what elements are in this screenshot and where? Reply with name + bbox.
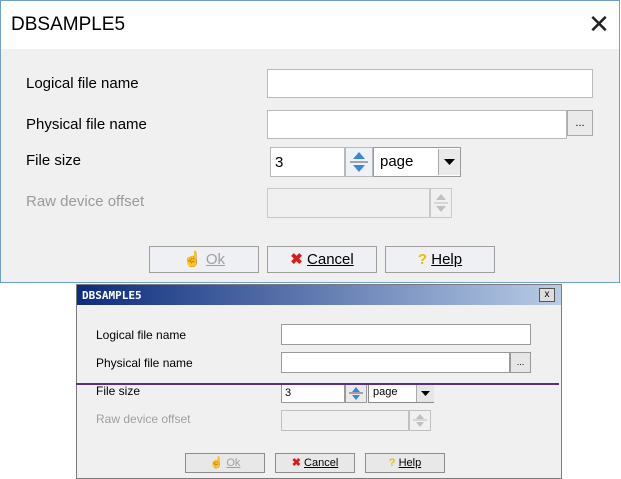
dialog-top: DBSAMPLE5 ✕ Logical file name Physical f… bbox=[0, 0, 620, 283]
dialog-title: DBSAMPLE5 bbox=[11, 14, 126, 35]
question-icon: ? bbox=[417, 251, 428, 268]
divider-line bbox=[76, 383, 559, 385]
unit-select[interactable]: page bbox=[373, 147, 461, 177]
logical-file-name-label: Logical file name bbox=[26, 75, 139, 92]
ok-button: ☝ Ok bbox=[149, 246, 259, 273]
help-label: Help bbox=[398, 457, 422, 469]
question-icon: ? bbox=[388, 457, 396, 469]
spinner-icon bbox=[350, 152, 368, 172]
close-button[interactable]: x bbox=[539, 288, 555, 302]
logical-file-name-label: Logical file name bbox=[96, 328, 187, 342]
x-mark-icon: ✖ bbox=[291, 457, 301, 469]
cancel-button[interactable]: ✖ Cancel bbox=[275, 453, 355, 473]
file-size-spinner[interactable] bbox=[345, 383, 367, 403]
title-bar: DBSAMPLE5 x bbox=[77, 285, 561, 305]
dropdown-arrow-icon bbox=[444, 159, 455, 165]
unit-dropdown-button[interactable] bbox=[416, 384, 434, 402]
file-size-label: File size bbox=[26, 152, 82, 169]
raw-device-offset-spinner bbox=[409, 410, 431, 431]
ok-label: Ok bbox=[205, 251, 226, 268]
close-icon: x bbox=[544, 289, 550, 300]
physical-file-name-input[interactable] bbox=[281, 352, 510, 373]
unit-select[interactable]: page bbox=[368, 383, 434, 403]
dialog-title: DBSAMPLE5 bbox=[82, 289, 142, 302]
title-bar: DBSAMPLE5 ✕ bbox=[1, 1, 619, 49]
file-size-label: File size bbox=[96, 384, 141, 398]
help-label: Help bbox=[431, 251, 463, 268]
unit-dropdown-button[interactable] bbox=[438, 149, 460, 175]
logical-file-name-input[interactable] bbox=[281, 324, 531, 345]
help-button[interactable]: ? Help bbox=[365, 453, 445, 473]
unit-value: page bbox=[380, 153, 414, 170]
raw-device-offset-label: Raw device offset bbox=[96, 412, 191, 426]
dropdown-arrow-icon bbox=[421, 391, 430, 396]
ok-label: Ok bbox=[226, 457, 241, 469]
spinner-icon bbox=[349, 387, 363, 400]
hand-icon: ☝ bbox=[209, 457, 224, 469]
close-icon: ✕ bbox=[588, 9, 610, 39]
dialog-bottom: DBSAMPLE5 x Logical file name Physical f… bbox=[76, 284, 562, 479]
close-button[interactable]: ✕ bbox=[584, 9, 614, 39]
file-size-value: 3 bbox=[285, 387, 292, 399]
x-mark-icon: ✖ bbox=[290, 251, 303, 268]
browse-button[interactable]: ... bbox=[510, 352, 531, 373]
cancel-label: Cancel bbox=[304, 457, 339, 469]
ok-button: ☝ Ok bbox=[185, 453, 265, 473]
cancel-label: Cancel bbox=[307, 251, 354, 268]
file-size-spinner[interactable] bbox=[345, 147, 373, 177]
logical-file-name-input[interactable] bbox=[267, 69, 593, 98]
physical-file-name-label: Physical file name bbox=[26, 116, 147, 133]
file-size-input[interactable]: 3 bbox=[281, 383, 345, 403]
help-button[interactable]: ? Help bbox=[385, 246, 495, 273]
physical-file-name-label: Physical file name bbox=[96, 356, 193, 370]
hand-icon: ☝ bbox=[182, 251, 202, 268]
file-size-value: 3 bbox=[275, 154, 284, 171]
raw-device-offset-input bbox=[267, 188, 430, 218]
spinner-icon bbox=[413, 414, 427, 427]
raw-device-offset-input bbox=[281, 410, 409, 431]
raw-device-offset-spinner bbox=[430, 188, 452, 218]
spinner-icon bbox=[434, 194, 448, 212]
unit-value: page bbox=[373, 386, 398, 398]
raw-device-offset-label: Raw device offset bbox=[26, 193, 145, 210]
physical-file-name-input[interactable] bbox=[267, 110, 567, 139]
browse-button[interactable]: ... bbox=[567, 110, 593, 136]
cancel-button[interactable]: ✖ Cancel bbox=[267, 246, 377, 273]
file-size-input[interactable]: 3 bbox=[270, 147, 345, 177]
